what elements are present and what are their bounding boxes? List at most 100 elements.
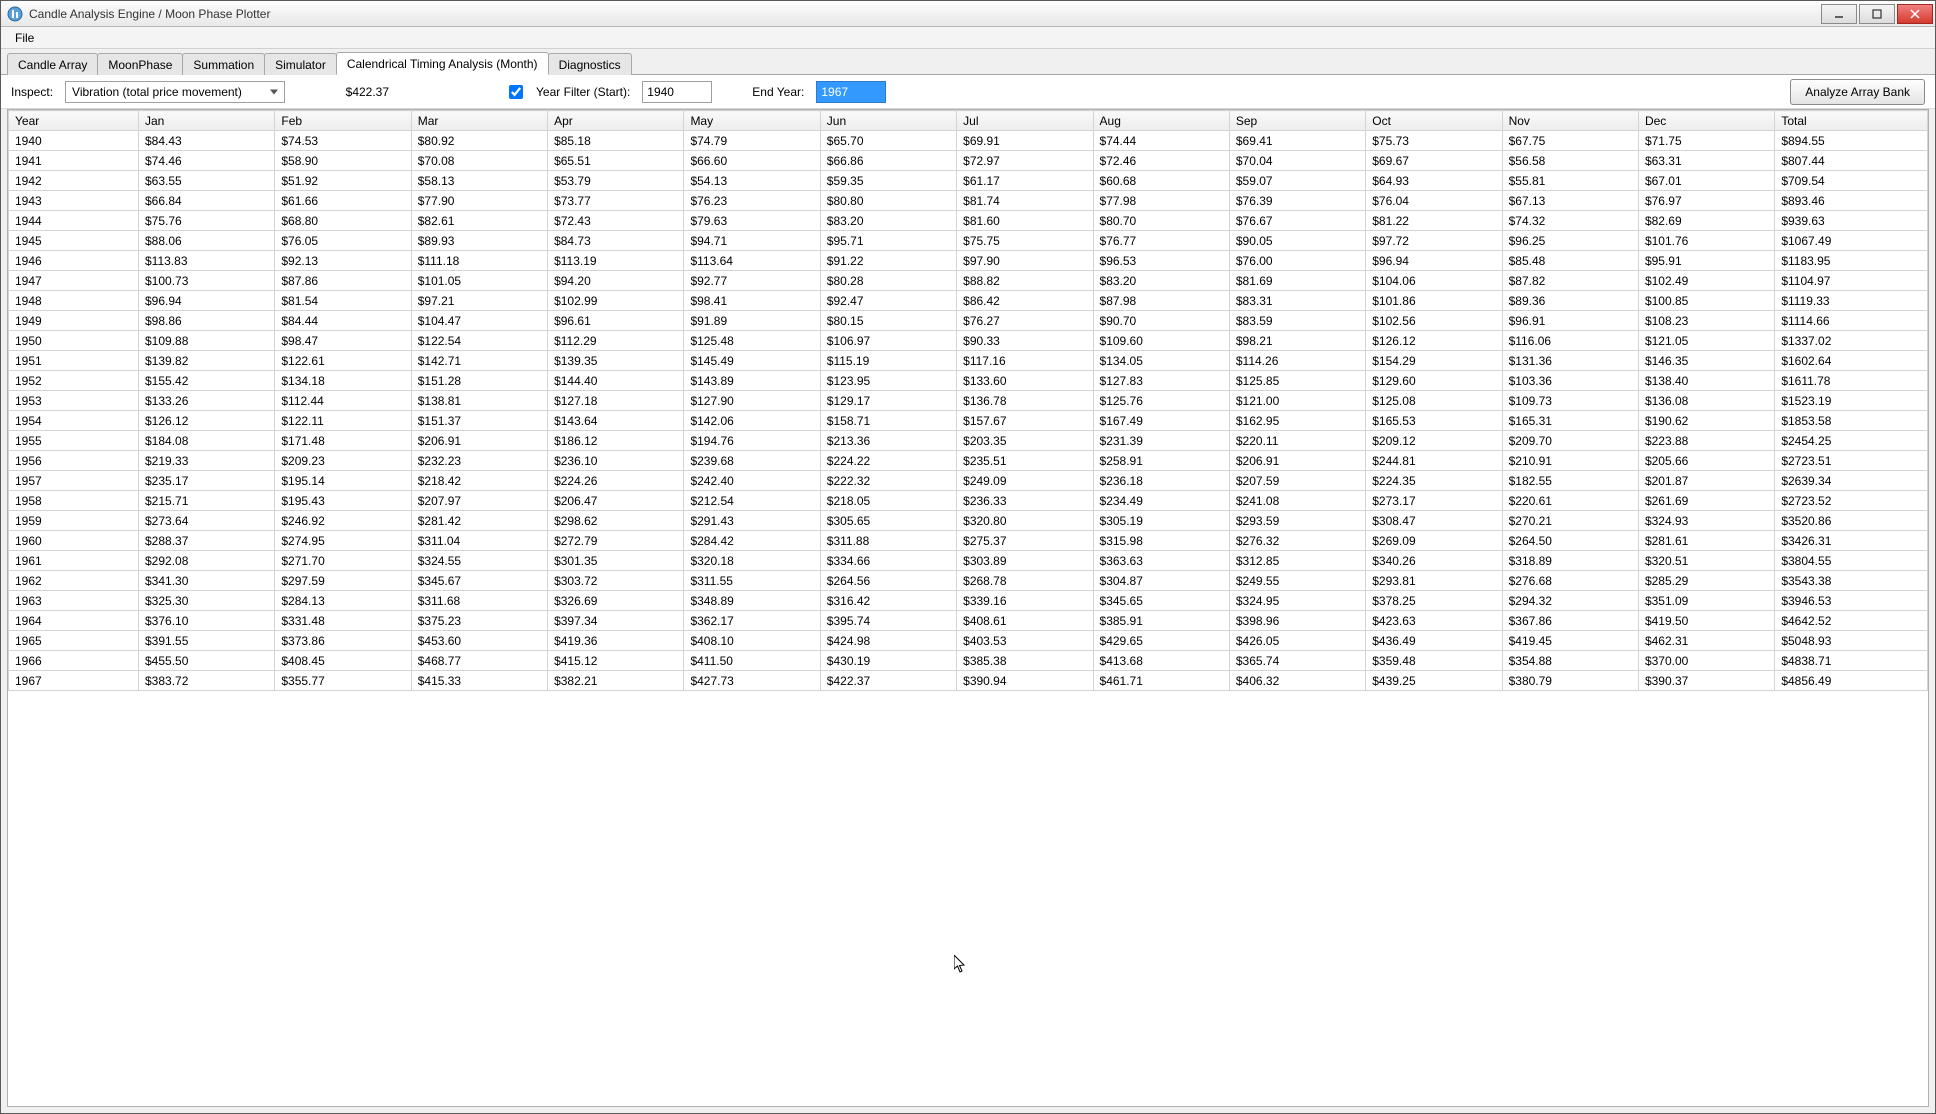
table-cell[interactable]: 1945 xyxy=(9,231,139,251)
table-cell[interactable]: $235.17 xyxy=(139,471,275,491)
table-cell[interactable]: $98.41 xyxy=(684,291,820,311)
table-cell[interactable]: $311.88 xyxy=(820,531,956,551)
table-cell[interactable]: $284.13 xyxy=(275,591,411,611)
table-cell[interactable]: $1067.49 xyxy=(1775,231,1928,251)
column-header[interactable]: Mar xyxy=(411,111,547,131)
table-cell[interactable]: $408.10 xyxy=(684,631,820,651)
table-cell[interactable]: $3804.55 xyxy=(1775,551,1928,571)
table-row[interactable]: 1954$126.12$122.11$151.37$143.64$142.06$… xyxy=(9,411,1928,431)
table-cell[interactable]: $1611.78 xyxy=(1775,371,1928,391)
table-cell[interactable]: $3543.38 xyxy=(1775,571,1928,591)
table-cell[interactable]: $1602.64 xyxy=(1775,351,1928,371)
table-cell[interactable]: $331.48 xyxy=(275,611,411,631)
table-cell[interactable]: $272.79 xyxy=(548,531,684,551)
table-cell[interactable]: $125.76 xyxy=(1093,391,1229,411)
minimize-button[interactable] xyxy=(1821,4,1857,24)
table-cell[interactable]: $276.32 xyxy=(1229,531,1365,551)
table-cell[interactable]: $89.93 xyxy=(411,231,547,251)
table-cell[interactable]: $1523.19 xyxy=(1775,391,1928,411)
table-cell[interactable]: $123.95 xyxy=(820,371,956,391)
table-row[interactable]: 1955$184.08$171.48$206.91$186.12$194.76$… xyxy=(9,431,1928,451)
table-cell[interactable]: $203.35 xyxy=(957,431,1093,451)
table-cell[interactable]: $96.61 xyxy=(548,311,684,331)
table-row[interactable]: 1947$100.73$87.86$101.05$94.20$92.77$80.… xyxy=(9,271,1928,291)
table-cell[interactable]: $104.06 xyxy=(1366,271,1502,291)
table-cell[interactable]: $84.73 xyxy=(548,231,684,251)
table-cell[interactable]: $363.63 xyxy=(1093,551,1229,571)
table-cell[interactable]: $117.16 xyxy=(957,351,1093,371)
table-cell[interactable]: $318.89 xyxy=(1502,551,1638,571)
table-cell[interactable]: $167.49 xyxy=(1093,411,1229,431)
table-cell[interactable]: 1953 xyxy=(9,391,139,411)
table-cell[interactable]: $312.85 xyxy=(1229,551,1365,571)
table-cell[interactable]: $210.91 xyxy=(1502,451,1638,471)
table-cell[interactable]: $133.26 xyxy=(139,391,275,411)
table-cell[interactable]: $72.46 xyxy=(1093,151,1229,171)
table-cell[interactable]: $61.17 xyxy=(957,171,1093,191)
table-cell[interactable]: $380.79 xyxy=(1502,671,1638,691)
table-cell[interactable]: $146.35 xyxy=(1638,351,1774,371)
table-cell[interactable]: $97.21 xyxy=(411,291,547,311)
analyze-button[interactable]: Analyze Array Bank xyxy=(1790,79,1925,105)
table-cell[interactable]: $378.25 xyxy=(1366,591,1502,611)
table-cell[interactable]: $92.77 xyxy=(684,271,820,291)
table-cell[interactable]: $139.35 xyxy=(548,351,684,371)
table-cell[interactable]: $273.17 xyxy=(1366,491,1502,511)
table-cell[interactable]: $98.47 xyxy=(275,331,411,351)
table-cell[interactable]: 1963 xyxy=(9,591,139,611)
table-cell[interactable]: $96.25 xyxy=(1502,231,1638,251)
table-cell[interactable]: $127.18 xyxy=(548,391,684,411)
table-cell[interactable]: $127.83 xyxy=(1093,371,1229,391)
table-cell[interactable]: $1104.97 xyxy=(1775,271,1928,291)
table-cell[interactable]: $249.09 xyxy=(957,471,1093,491)
table-cell[interactable]: $355.77 xyxy=(275,671,411,691)
tab-summation[interactable]: Summation xyxy=(182,53,265,75)
table-row[interactable]: 1963$325.30$284.13$311.68$326.69$348.89$… xyxy=(9,591,1928,611)
table-cell[interactable]: $213.36 xyxy=(820,431,956,451)
table-cell[interactable]: $162.95 xyxy=(1229,411,1365,431)
table-cell[interactable]: $220.11 xyxy=(1229,431,1365,451)
table-cell[interactable]: $1119.33 xyxy=(1775,291,1928,311)
table-cell[interactable]: $390.37 xyxy=(1638,671,1774,691)
table-cell[interactable]: 1948 xyxy=(9,291,139,311)
table-cell[interactable]: $76.97 xyxy=(1638,191,1774,211)
column-header[interactable]: Feb xyxy=(275,111,411,131)
table-cell[interactable]: $311.55 xyxy=(684,571,820,591)
table-cell[interactable]: $209.70 xyxy=(1502,431,1638,451)
table-row[interactable]: 1956$219.33$209.23$232.23$236.10$239.68$… xyxy=(9,451,1928,471)
table-cell[interactable]: $415.12 xyxy=(548,651,684,671)
table-cell[interactable]: $232.23 xyxy=(411,451,547,471)
table-cell[interactable]: $63.31 xyxy=(1638,151,1774,171)
table-cell[interactable]: $340.26 xyxy=(1366,551,1502,571)
table-cell[interactable]: $334.66 xyxy=(820,551,956,571)
tab-diagnostics[interactable]: Diagnostics xyxy=(548,53,632,75)
table-cell[interactable]: $80.15 xyxy=(820,311,956,331)
table-cell[interactable]: $462.31 xyxy=(1638,631,1774,651)
table-cell[interactable]: $60.68 xyxy=(1093,171,1229,191)
table-cell[interactable]: $87.98 xyxy=(1093,291,1229,311)
inspect-dropdown[interactable]: Vibration (total price movement) xyxy=(65,81,285,103)
table-cell[interactable]: $85.48 xyxy=(1502,251,1638,271)
close-button[interactable] xyxy=(1897,4,1933,24)
table-cell[interactable]: $80.28 xyxy=(820,271,956,291)
table-cell[interactable]: $439.25 xyxy=(1366,671,1502,691)
table-cell[interactable]: $244.81 xyxy=(1366,451,1502,471)
table-cell[interactable]: 1965 xyxy=(9,631,139,651)
table-cell[interactable]: $144.40 xyxy=(548,371,684,391)
table-cell[interactable]: $222.32 xyxy=(820,471,956,491)
table-row[interactable]: 1943$66.84$61.66$77.90$73.77$76.23$80.80… xyxy=(9,191,1928,211)
table-cell[interactable]: $320.80 xyxy=(957,511,1093,531)
table-cell[interactable]: $436.49 xyxy=(1366,631,1502,651)
table-cell[interactable]: $76.67 xyxy=(1229,211,1365,231)
table-cell[interactable]: $186.12 xyxy=(548,431,684,451)
table-cell[interactable]: 1961 xyxy=(9,551,139,571)
table-cell[interactable]: $408.61 xyxy=(957,611,1093,631)
table-cell[interactable]: $133.60 xyxy=(957,371,1093,391)
maximize-button[interactable] xyxy=(1859,4,1895,24)
table-cell[interactable]: $87.86 xyxy=(275,271,411,291)
table-cell[interactable]: $97.72 xyxy=(1366,231,1502,251)
table-cell[interactable]: $224.22 xyxy=(820,451,956,471)
table-cell[interactable]: $311.04 xyxy=(411,531,547,551)
column-header[interactable]: Dec xyxy=(1638,111,1774,131)
table-cell[interactable]: $419.36 xyxy=(548,631,684,651)
